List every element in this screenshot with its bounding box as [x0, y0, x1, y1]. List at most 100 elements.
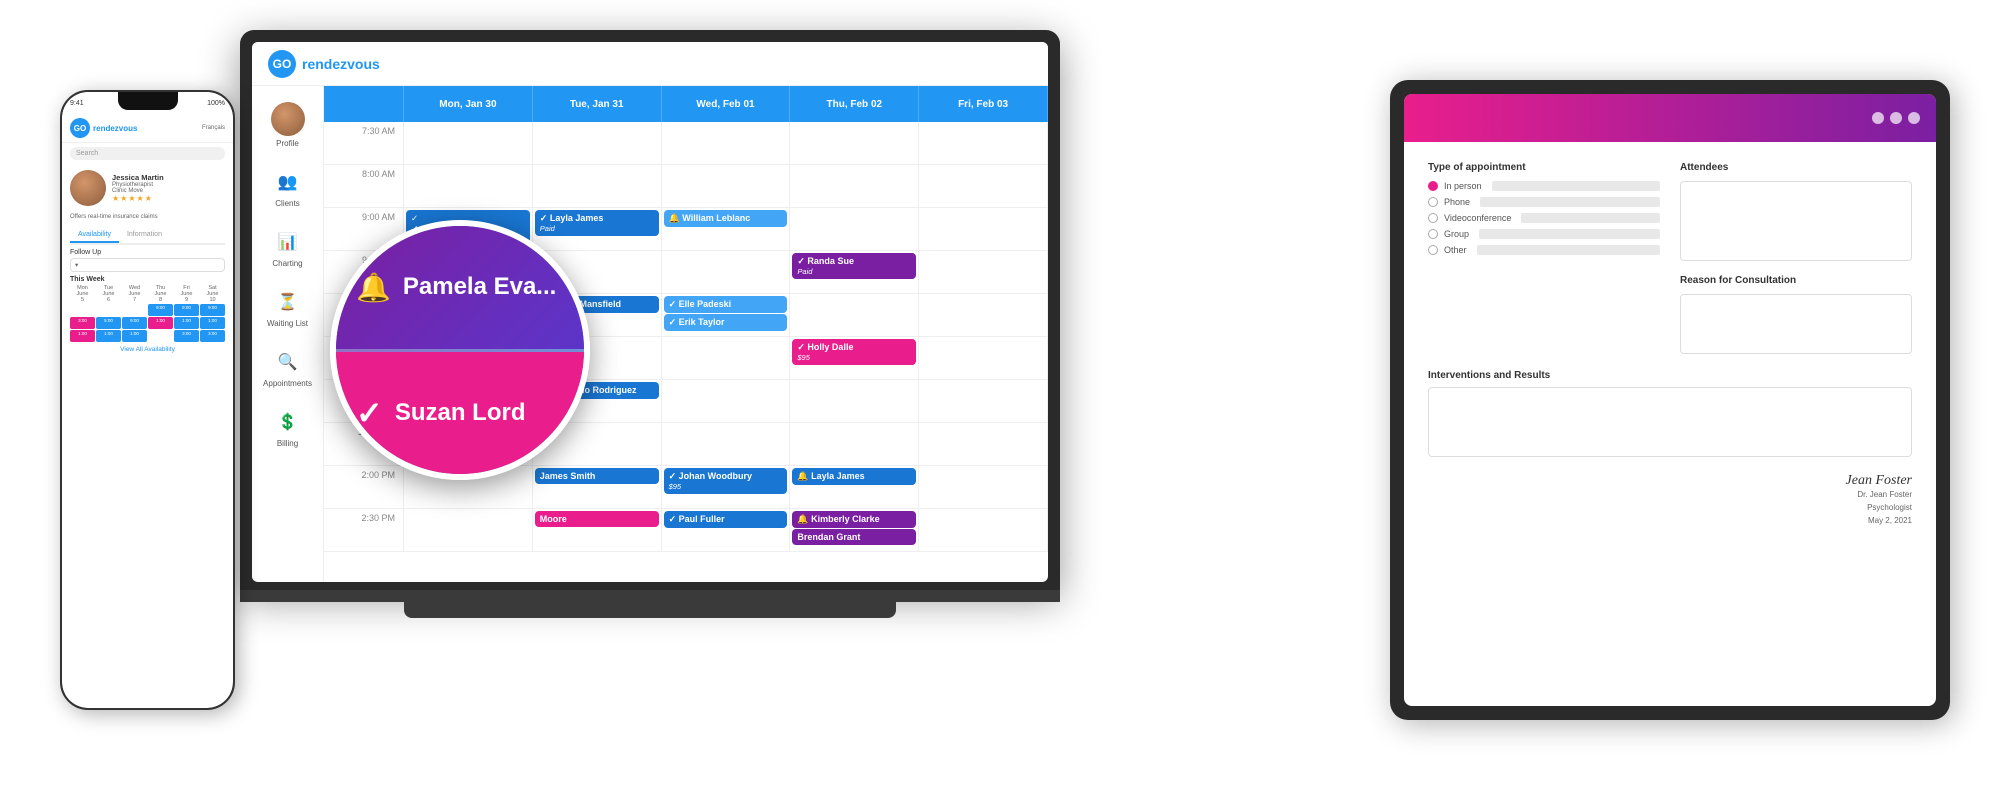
cal-cell[interactable]	[919, 466, 1048, 508]
tablet-radio-group-opt[interactable]: Group	[1428, 229, 1660, 239]
tablet-reason-box[interactable]	[1680, 294, 1912, 354]
sidebar-label-waiting: Waiting List	[267, 319, 308, 328]
phone-slot[interactable]: 9:00	[200, 304, 225, 316]
cal-cell-tue-900[interactable]: ✓ Layla James Paid	[533, 208, 662, 250]
phone-slot[interactable]: 1:00	[174, 317, 199, 329]
tablet-appointment-title: Type of appointment	[1428, 162, 1660, 173]
sidebar-item-charting[interactable]: 📊 Charting	[252, 220, 323, 276]
cal-cell[interactable]	[790, 380, 919, 422]
appt-paul-fuller[interactable]: ✓ Paul Fuller	[664, 511, 788, 528]
cal-cell[interactable]	[533, 122, 662, 164]
phone-search[interactable]: Search	[70, 147, 225, 160]
appt-william-leblanc[interactable]: 🔔 William Leblanc	[664, 210, 788, 227]
appt-randa-sue[interactable]: ✓ Randa Sue Paid	[792, 253, 916, 279]
phone-slot[interactable]: 1:00	[70, 330, 95, 342]
tablet-interventions-box[interactable]	[1428, 387, 1912, 457]
cal-cell[interactable]	[404, 165, 533, 207]
cal-cell[interactable]	[919, 423, 1048, 465]
phone-slot[interactable]: 9:00	[148, 304, 173, 316]
phone-slot[interactable]	[148, 330, 173, 342]
cal-cell[interactable]: James Smith	[533, 466, 662, 508]
cal-cell-wed-1000[interactable]: ✓ Elle Padeski ✓ Erik Taylor	[662, 294, 791, 336]
cal-cell[interactable]	[790, 165, 919, 207]
cal-cell[interactable]	[919, 337, 1048, 379]
sidebar-item-profile[interactable]: Profile	[252, 94, 323, 156]
cal-cell-thu-pm1[interactable]: 🔔 Layla James	[790, 466, 919, 508]
phone-slot[interactable]: 1:00	[122, 330, 147, 342]
cal-cell-fri-1000[interactable]	[919, 294, 1048, 336]
radio-phone[interactable]	[1428, 197, 1438, 207]
cal-cell-thu-1030[interactable]: ✓ Holly Dalle $95	[790, 337, 919, 379]
sidebar-item-appointments[interactable]: 🔍 Appointments	[252, 340, 323, 396]
cal-cell[interactable]	[919, 165, 1048, 207]
cal-cell-fri-900[interactable]	[919, 208, 1048, 250]
cal-cell[interactable]	[404, 509, 533, 551]
phone-slot[interactable]: 5:00	[96, 317, 121, 329]
appt-moore[interactable]: Moore	[535, 511, 659, 527]
tablet-radio-other[interactable]: Other	[1428, 245, 1660, 255]
appt-james-smith[interactable]: James Smith	[535, 468, 659, 484]
cal-cell[interactable]	[662, 122, 791, 164]
cal-cell-wed-900[interactable]: 🔔 William Leblanc	[662, 208, 791, 250]
cal-cell[interactable]	[662, 423, 791, 465]
appt-layla-james[interactable]: ✓ Layla James Paid	[535, 210, 659, 236]
tablet-radio-phone[interactable]: Phone	[1428, 197, 1660, 207]
radio-group[interactable]	[1428, 229, 1438, 239]
tablet-attendees-box[interactable]	[1680, 181, 1912, 261]
appt-kimberly-clarke[interactable]: 🔔 Kimberly Clarke	[792, 511, 916, 528]
phone-slot[interactable]: 3:00	[200, 330, 225, 342]
phone-slot[interactable]: 1:00	[200, 317, 225, 329]
sidebar-item-clients[interactable]: 👥 Clients	[252, 160, 323, 216]
cal-cell[interactable]	[919, 509, 1048, 551]
sidebar-item-waiting[interactable]: ⏳ Waiting List	[252, 280, 323, 336]
tablet-radio-videoconference[interactable]: Videoconference	[1428, 213, 1660, 223]
cal-cell[interactable]	[919, 251, 1048, 293]
sidebar-item-billing[interactable]: 💲 Billing	[252, 400, 323, 456]
phone-slot[interactable]	[122, 304, 147, 316]
appt-elle-padeski[interactable]: ✓ Elle Padeski	[664, 296, 788, 313]
cal-cell[interactable]	[790, 122, 919, 164]
phone-slot[interactable]	[70, 304, 95, 316]
tablet-interventions-title: Interventions and Results	[1428, 370, 1912, 381]
cal-cell[interactable]	[533, 165, 662, 207]
cal-cell-wed-pm1[interactable]: ✓ Johan Woodbury $95	[662, 466, 791, 508]
phone-followup-select[interactable]: ▾	[70, 258, 225, 272]
cal-cell[interactable]	[404, 122, 533, 164]
phone-slot[interactable]: 3:00	[174, 330, 199, 342]
cal-cell[interactable]	[662, 165, 791, 207]
cal-cell[interactable]	[662, 337, 791, 379]
cal-cell[interactable]	[919, 122, 1048, 164]
tablet-left-col: Type of appointment In person Phone	[1428, 162, 1660, 354]
cal-cell[interactable]: Moore	[533, 509, 662, 551]
cal-cell-wed-pm2[interactable]: ✓ Paul Fuller	[662, 509, 791, 551]
phone-slot[interactable]	[96, 304, 121, 316]
phone-slot[interactable]: 9:00	[122, 317, 147, 329]
phone-slot[interactable]: 1:00	[96, 330, 121, 342]
appt-johan-woodbury[interactable]: ✓ Johan Woodbury $95	[664, 468, 788, 494]
radio-label-group: Group	[1444, 229, 1469, 239]
sidebar-avatar	[271, 102, 305, 136]
phone-slot[interactable]: 9:00	[174, 304, 199, 316]
appt-erik-taylor[interactable]: ✓ Erik Taylor	[664, 314, 788, 331]
tablet-radio-in-person[interactable]: In person	[1428, 181, 1660, 191]
phone-tab-availability[interactable]: Availability	[70, 228, 119, 243]
appt-brendan-grant[interactable]: Brendan Grant	[792, 529, 916, 545]
phone-slot[interactable]: 3:00	[70, 317, 95, 329]
appt-holly-dalle[interactable]: ✓ Holly Dalle $95	[792, 339, 916, 365]
phone-tab-information[interactable]: Information	[119, 228, 170, 243]
cal-cell-thu-pm2[interactable]: 🔔 Kimberly Clarke Brendan Grant	[790, 509, 919, 551]
cal-cell[interactable]	[790, 423, 919, 465]
radio-other[interactable]	[1428, 245, 1438, 255]
cal-cell[interactable]	[662, 251, 791, 293]
cal-cell-thu-1000[interactable]	[790, 294, 919, 336]
phone-view-all[interactable]: View All Availability	[62, 346, 233, 353]
radio-videoconference[interactable]	[1428, 213, 1438, 223]
radio-in-person[interactable]	[1428, 181, 1438, 191]
cal-cell[interactable]	[919, 380, 1048, 422]
phone-language[interactable]: Français	[202, 125, 225, 131]
phone-slot[interactable]: 1:00	[148, 317, 173, 329]
cal-cell-thu-930[interactable]: ✓ Randa Sue Paid	[790, 251, 919, 293]
cal-cell[interactable]	[662, 380, 791, 422]
appt-layla-james2[interactable]: 🔔 Layla James	[792, 468, 916, 485]
cal-cell-thu-900[interactable]	[790, 208, 919, 250]
